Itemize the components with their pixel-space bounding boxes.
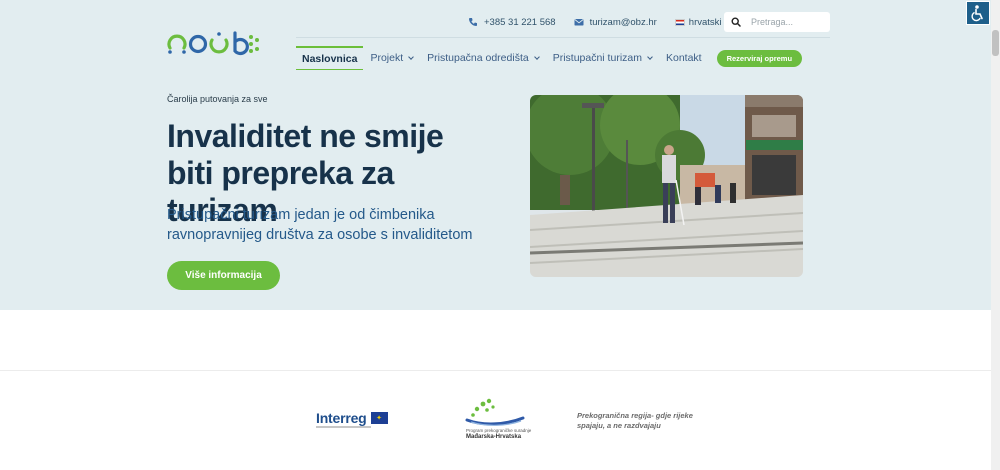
hero-photo — [530, 95, 803, 277]
section-divider — [0, 370, 991, 371]
header-divider — [296, 37, 830, 38]
chevron-down-icon — [647, 53, 653, 60]
accessibility-icon — [971, 5, 983, 22]
email-text: turizam@obz.hr — [589, 16, 657, 28]
search-input[interactable] — [751, 17, 821, 27]
nav-item-pristupacni-turizam[interactable]: Pristupačni turizam — [546, 46, 659, 70]
main-nav: Naslovnica Projekt Pristupačna odredišta… — [296, 46, 803, 70]
hero-eyebrow: Čarolija putovanja za sve — [167, 94, 268, 104]
chevron-down-icon — [533, 53, 540, 60]
interreg-wordmark: Interreg — [316, 410, 367, 426]
accessibility-button[interactable] — [966, 1, 990, 25]
search-box[interactable] — [724, 12, 830, 32]
nav-label: Naslovnica — [302, 52, 358, 65]
hero-subtitle: Pristupačni turizam jedan je od čimbenik… — [167, 207, 473, 243]
email-link[interactable]: turizam@obz.hr — [574, 17, 657, 28]
top-contact-bar: +385 31 221 568 turizam@obz.hr hrvatski — [468, 12, 751, 32]
nav-item-pristupacna-odredista[interactable]: Pristupačna odredišta — [420, 46, 546, 70]
nav-label: Projekt — [370, 52, 404, 64]
reserve-equipment-button[interactable]: Rezerviraj opremu — [716, 49, 803, 67]
program-name: Mađarska-Hrvatska — [466, 434, 522, 440]
nav-label: Pristupačna odredišta — [427, 52, 529, 64]
phone-link[interactable]: +385 31 221 568 — [468, 17, 556, 28]
phone-text: +385 31 221 568 — [484, 16, 556, 28]
more-info-button[interactable]: Više informacija — [167, 261, 280, 290]
page: +385 31 221 568 turizam@obz.hr hrvatski … — [0, 0, 1000, 470]
nav-item-naslovnica[interactable]: Naslovnica — [296, 46, 364, 70]
nav-item-kontakt[interactable]: Kontakt — [659, 46, 709, 70]
hero-photo-illustration — [530, 95, 803, 277]
search-icon — [731, 17, 741, 27]
flag-icon — [674, 18, 685, 26]
nav-label: Kontakt — [665, 52, 702, 64]
partner-tagline: Prekogranična regija- gdje rijeke spajaj… — [577, 411, 693, 430]
nav-item-projekt[interactable]: Projekt — [363, 46, 420, 70]
page-scrollbar[interactable] — [991, 0, 1000, 470]
scrollbar-thumb[interactable] — [992, 30, 999, 56]
language-label: hrvatski — [688, 16, 722, 28]
interreg-logo[interactable]: Interreg ✦ — [316, 410, 388, 426]
program-caption: Program prekograničke suradnje — [466, 428, 532, 433]
mail-icon — [574, 19, 584, 26]
nav-label: Pristupačni turizam — [552, 52, 642, 64]
interreg-subline — [316, 426, 371, 428]
site-logo[interactable] — [167, 30, 259, 56]
eu-flag-icon: ✦ — [370, 412, 388, 424]
chevron-down-icon — [408, 53, 414, 60]
phone-icon — [469, 18, 477, 26]
